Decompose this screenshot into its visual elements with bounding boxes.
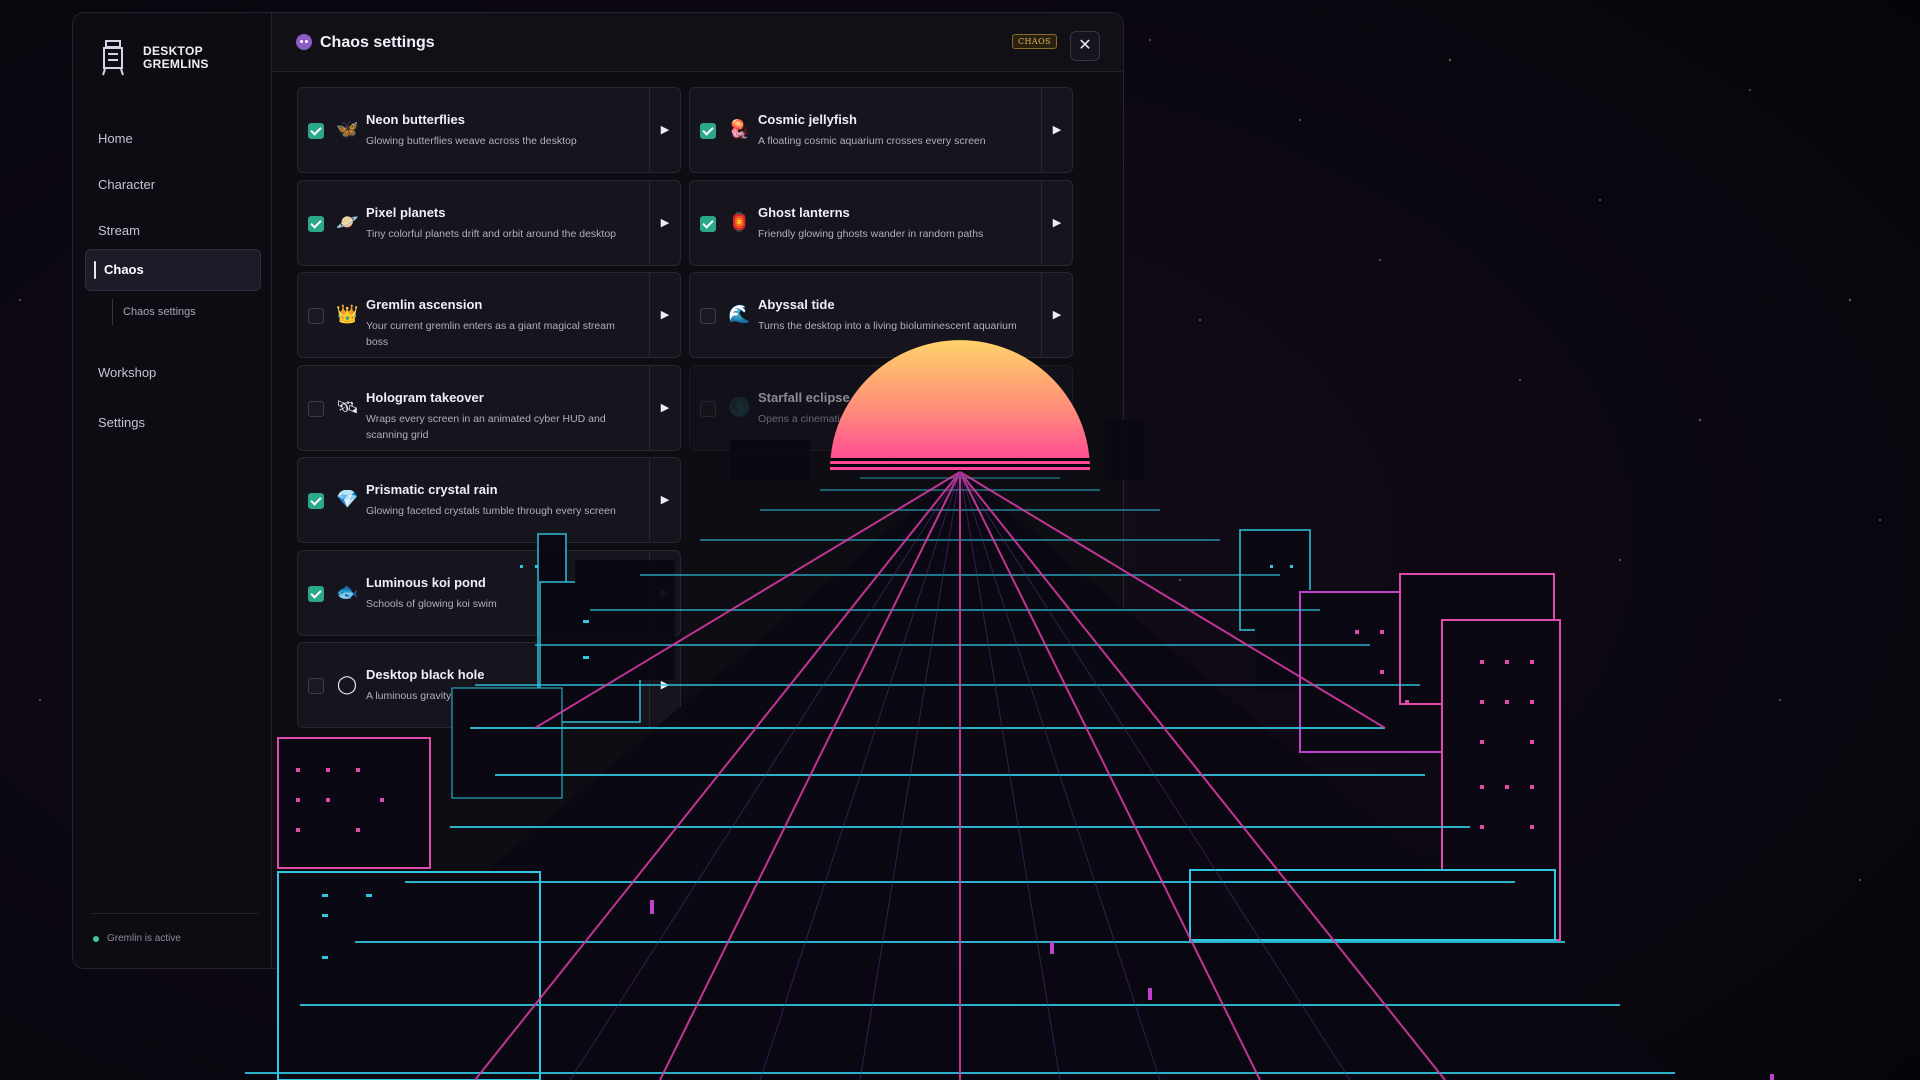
eclipse-icon: 🌑	[728, 397, 751, 417]
play-effect-button[interactable]: ▶	[1041, 88, 1072, 172]
effect-description: Schools of glowing koi swim	[366, 598, 497, 610]
crown-icon: 👑	[336, 304, 359, 324]
brand: DESKTOP GREMLINS	[101, 39, 209, 77]
planet-icon: 🪐	[336, 212, 359, 232]
play-effect-button[interactable]: ▶	[1041, 273, 1072, 357]
play-effect-button[interactable]: ▶	[649, 643, 680, 727]
status-text: Gremlin is active	[107, 933, 181, 944]
app-window: DESKTOP GREMLINS Home Character Stream C…	[72, 12, 1124, 969]
effect-name: Neon butterflies	[366, 112, 465, 127]
nav-home[interactable]: Home	[98, 131, 133, 146]
effect-checkbox[interactable]	[308, 308, 324, 324]
close-button[interactable]: ✕	[1070, 31, 1100, 61]
effect-description: Wraps every screen in an animated cyber …	[366, 413, 606, 441]
effect-description: Glowing butterflies weave across the des…	[366, 135, 577, 147]
play-effect-button[interactable]: ▶	[649, 366, 680, 450]
nav-stream[interactable]: Stream	[98, 223, 140, 238]
effect-description: A floating cosmic aquarium crosses every…	[758, 135, 986, 147]
effect-checkbox[interactable]	[308, 493, 324, 509]
gremlin-face-icon	[296, 34, 312, 50]
sidebar-divider	[91, 913, 259, 914]
fish-icon: 🐟	[336, 582, 359, 602]
page-title: Chaos settings	[320, 34, 435, 51]
effect-description: Tiny colorful planets drift and orbit ar…	[366, 228, 617, 240]
main-panel: Chaos settings CHAOS ✕ 🦋 Neon butterflies…	[272, 13, 1123, 968]
effect-card: 🐟 Luminous koi pond Schools of glowing koi…	[297, 550, 681, 636]
effect-checkbox[interactable]	[308, 678, 324, 694]
effect-name: Prismatic crystal rain	[366, 482, 498, 497]
gremlin-status: Gremlin is active	[93, 933, 181, 944]
effect-description: Opens a cinematic desktop	[758, 413, 885, 425]
effect-card: 👑 Gremlin ascension Your current gremlin e…	[297, 272, 681, 358]
play-effect-button[interactable]: ▶	[649, 551, 680, 635]
nav-character[interactable]: Character	[98, 177, 155, 192]
play-effect-button[interactable]: ▶	[649, 273, 680, 357]
nav-chaos-settings[interactable]: Chaos settings	[112, 299, 196, 325]
jellyfish-icon: 🪼	[728, 119, 751, 139]
effect-name: Gremlin ascension	[366, 297, 483, 312]
effect-card: 🦋 Neon butterflies Glowing butterflies wea…	[297, 87, 681, 173]
play-effect-button[interactable]: ▶	[1041, 181, 1072, 265]
effect-description: Friendly glowing ghosts wander in random…	[758, 228, 984, 240]
butterfly-icon: 🦋	[336, 119, 359, 139]
effect-description: Your current gremlin enters as a giant m…	[366, 320, 615, 348]
nav-chaos[interactable]: Chaos	[85, 249, 261, 291]
effect-name: Cosmic jellyfish	[758, 112, 857, 127]
effect-card: 🏮 Ghost lanterns Friendly glowing ghosts w…	[689, 180, 1073, 266]
effect-checkbox[interactable]	[308, 401, 324, 417]
active-indicator	[94, 261, 96, 279]
lantern-icon: 🏮	[728, 212, 751, 232]
effect-checkbox[interactable]	[700, 308, 716, 324]
effect-name: Starfall eclipse	[758, 390, 850, 405]
effect-checkbox[interactable]	[308, 123, 324, 139]
play-effect-button[interactable]: ▶	[649, 458, 680, 542]
effect-checkbox[interactable]	[700, 216, 716, 232]
sidebar: DESKTOP GREMLINS Home Character Stream C…	[73, 13, 272, 968]
chaos-badge: CHAOS	[1012, 34, 1057, 49]
play-effect-button[interactable]: ▶	[649, 88, 680, 172]
nav-chaos-label: Chaos	[104, 262, 144, 277]
effect-name: Luminous koi pond	[366, 575, 486, 590]
effect-card: 💎 Prismatic crystal rain Glowing faceted c…	[297, 457, 681, 543]
black-hole-icon: ◯	[336, 674, 358, 694]
effect-checkbox[interactable]	[308, 586, 324, 602]
effect-card: 🪐 Pixel planets Tiny colorful planets drif…	[297, 180, 681, 266]
play-effect-button[interactable]: ▶	[1041, 366, 1072, 450]
panel-header: Chaos settings CHAOS ✕	[272, 13, 1123, 72]
brand-name: DESKTOP GREMLINS	[143, 45, 209, 71]
play-effect-button[interactable]: ▶	[649, 181, 680, 265]
effect-checkbox[interactable]	[700, 123, 716, 139]
effect-card: 🌑 Starfall eclipse Opens a cinematic deskt…	[689, 365, 1073, 451]
crystal-icon: 💎	[336, 489, 359, 509]
effect-description: A luminous gravity well its orbit	[366, 690, 509, 702]
effect-name: Abyssal tide	[758, 297, 835, 312]
effect-name: Ghost lanterns	[758, 205, 850, 220]
effect-card: 🛰 Hologram takeover Wraps every screen in …	[297, 365, 681, 451]
effect-description: Turns the desktop into a living biolumin…	[758, 320, 1017, 332]
effect-name: Desktop black hole	[366, 667, 485, 682]
satellite-icon: 🛰	[336, 397, 359, 417]
effect-card: 🌊 Abyssal tide Turns the desktop into a li…	[689, 272, 1073, 358]
effect-checkbox[interactable]	[700, 401, 716, 417]
effect-card: 🪼 Cosmic jellyfish A floating cosmic aquar…	[689, 87, 1073, 173]
nav-settings[interactable]: Settings	[98, 415, 145, 430]
wave-icon: 🌊	[728, 304, 751, 324]
gremlin-logo-icon	[102, 40, 124, 76]
nav-workshop[interactable]: Workshop	[98, 365, 156, 380]
effect-description: Glowing faceted crystals tumble through …	[366, 505, 616, 517]
brand-name-line2: GREMLINS	[143, 57, 209, 71]
effect-name: Pixel planets	[366, 205, 446, 220]
effect-card: ◯ Desktop black hole A luminous gravity we…	[297, 642, 681, 728]
status-dot-icon	[93, 935, 99, 942]
effect-name: Hologram takeover	[366, 390, 484, 405]
effect-checkbox[interactable]	[308, 216, 324, 232]
